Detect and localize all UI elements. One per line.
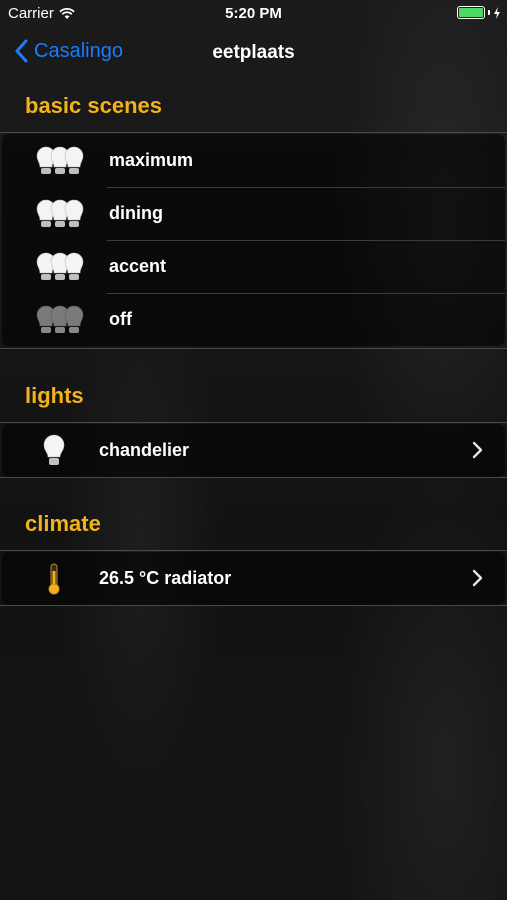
status-time: 5:20 PM (225, 5, 282, 22)
climate-list: 26.5 °C radiator (2, 552, 505, 605)
section-divider (0, 348, 507, 349)
section-divider (0, 132, 507, 133)
thermometer-icon (48, 563, 60, 595)
status-bar: Carrier 5:20 PM (0, 0, 507, 28)
charging-bolt-icon (494, 6, 500, 19)
climate-label: 26.5 °C radiator (99, 568, 232, 588)
scene-row-maximum[interactable]: maximum (2, 134, 505, 187)
scene-label: dining (109, 203, 163, 223)
section-header-lights: lights (25, 383, 84, 408)
battery-icon (457, 6, 485, 19)
section-header-basic-scenes: basic scenes (25, 93, 162, 118)
basic-scenes-list: maximum dining accent off (2, 134, 505, 346)
chevron-right-icon (472, 569, 483, 587)
chevron-right-icon (472, 441, 483, 459)
navigation-bar: Casalingo eetplaats (0, 28, 507, 80)
scene-label: accent (109, 256, 167, 276)
scene-row-dining[interactable]: dining (2, 187, 505, 240)
three-bulbs-on-icon (36, 252, 84, 280)
battery-nub (488, 10, 490, 15)
light-label: chandelier (99, 440, 190, 460)
section-header-climate: climate (25, 511, 101, 536)
page-title: eetplaats (212, 42, 295, 63)
scene-label: maximum (109, 150, 194, 170)
status-right (457, 6, 501, 19)
section-divider (0, 550, 507, 551)
light-row-chandelier[interactable]: chandelier (2, 424, 505, 477)
bulb-on-icon (43, 434, 65, 465)
three-bulbs-off-icon (36, 305, 84, 333)
section-divider (0, 605, 507, 606)
battery-fill (459, 8, 483, 17)
three-bulbs-on-icon (36, 199, 84, 227)
lights-list: chandelier (2, 424, 505, 477)
scene-label: off (109, 309, 132, 329)
scene-row-off[interactable]: off (2, 293, 505, 346)
scene-row-accent[interactable]: accent (2, 240, 505, 293)
climate-row-radiator[interactable]: 26.5 °C radiator (2, 552, 505, 605)
section-divider (0, 477, 507, 478)
section-divider (0, 422, 507, 423)
three-bulbs-on-icon (36, 146, 84, 174)
